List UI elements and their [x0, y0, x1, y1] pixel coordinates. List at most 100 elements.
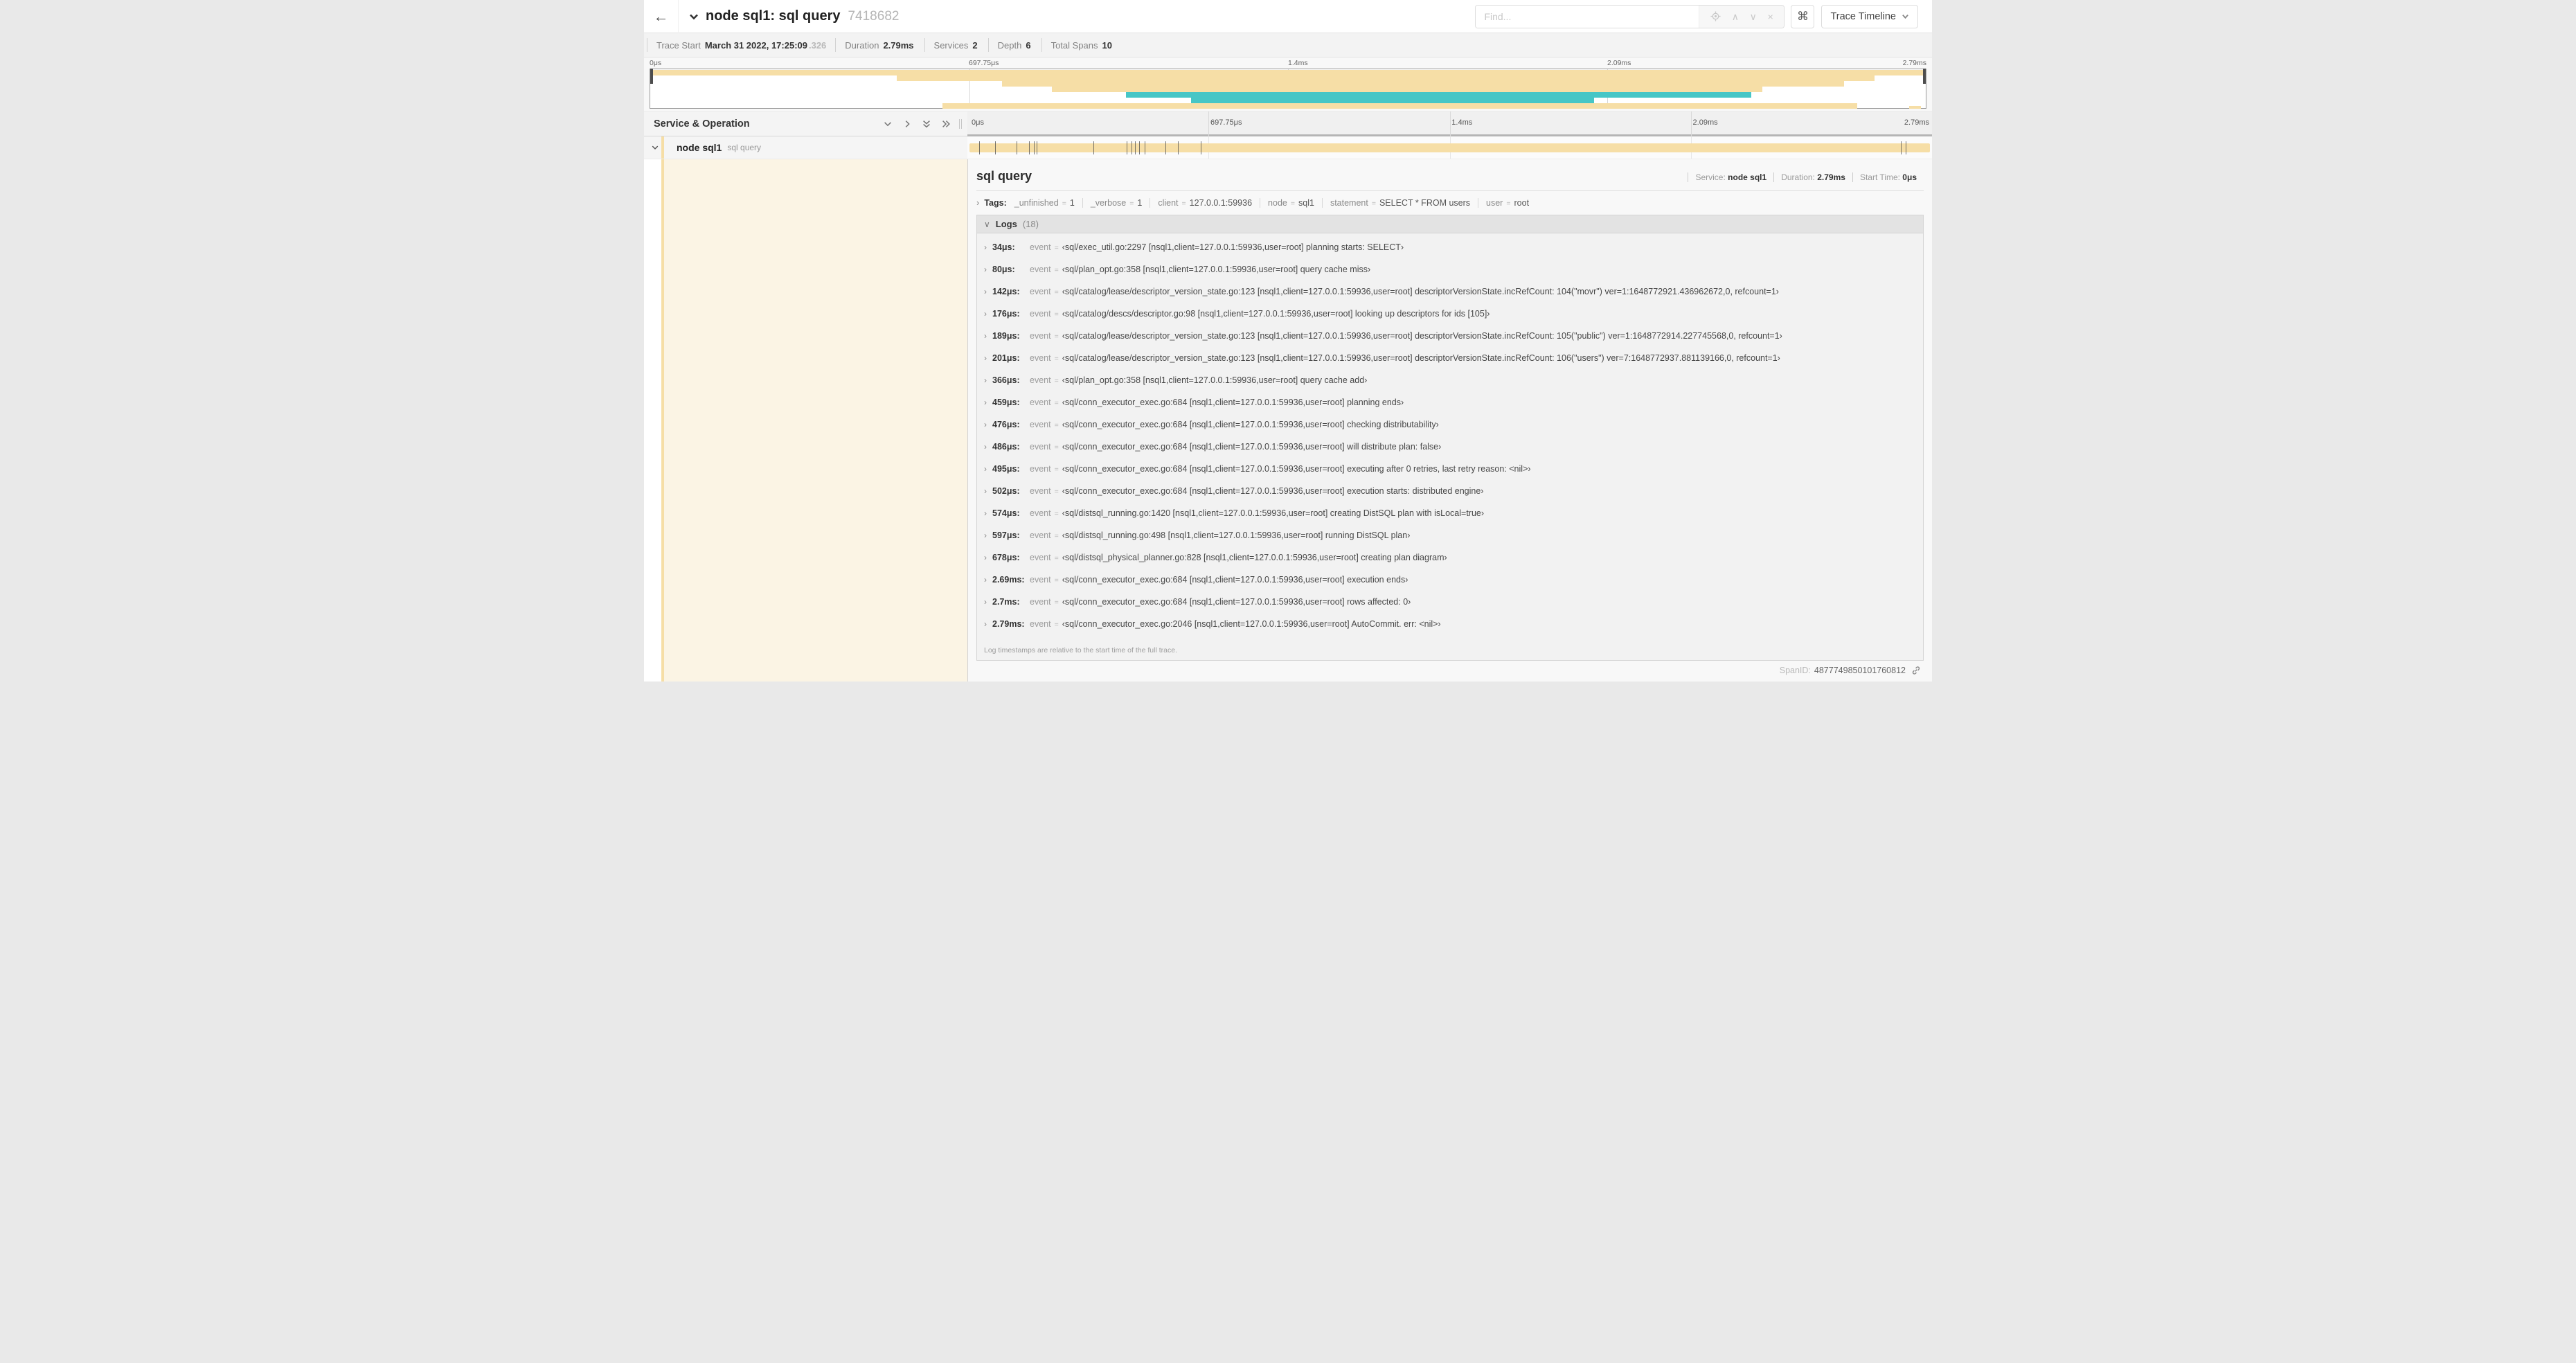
logs-collapse-chevron-icon[interactable]: ∨	[984, 220, 990, 229]
expand-all-icon[interactable]	[941, 119, 951, 129]
expand-one-icon[interactable]	[902, 119, 912, 129]
span-row-label[interactable]: node sql1 sql query	[644, 136, 967, 159]
log-row[interactable]: › 2.69ms: event = ‹sql/conn_executor_exe…	[983, 569, 1923, 591]
tag-item: _unfinished = 1	[1010, 198, 1082, 208]
log-expand-chevron-icon[interactable]: ›	[984, 309, 987, 319]
log-expand-chevron-icon[interactable]: ›	[984, 575, 987, 585]
span-detail-meta: Service: node sql1 Duration: 2.79ms Start …	[1688, 172, 1924, 182]
keyboard-shortcuts-button[interactable]: ⌘	[1791, 4, 1815, 28]
log-expand-chevron-icon[interactable]: ›	[984, 597, 987, 607]
collapse-one-icon[interactable]	[883, 119, 893, 129]
log-row[interactable]: › 142μs: event = ‹sql/catalog/lease/desc…	[983, 280, 1923, 303]
log-row[interactable]: › 201μs: event = ‹sql/catalog/lease/desc…	[983, 347, 1923, 369]
log-row[interactable]: › 2.79ms: event = ‹sql/conn_executor_exe…	[983, 613, 1923, 635]
span-duration-bar[interactable]	[969, 143, 1931, 152]
trace-title-group[interactable]: node sql1: sql query 7418682	[688, 8, 899, 24]
span-id-row: SpanID: 4877749850101760812	[976, 661, 1924, 682]
logs-header[interactable]: ∨ Logs (18)	[977, 215, 1923, 233]
log-row[interactable]: › 597μs: event = ‹sql/distsql_running.go…	[983, 524, 1923, 546]
log-row[interactable]: › 486μs: event = ‹sql/conn_executor_exec…	[983, 436, 1923, 458]
span-row-timeline[interactable]	[967, 136, 1932, 159]
find-clear-icon[interactable]: ×	[1768, 12, 1773, 21]
service-color-strip	[661, 136, 664, 159]
equals-sign: =	[1181, 199, 1186, 208]
tag-item: _verbose = 1	[1082, 197, 1150, 208]
equals-sign: =	[1506, 199, 1511, 208]
log-row[interactable]: › 80μs: event = ‹sql/plan_opt.go:358 [ns…	[983, 258, 1923, 280]
tags-row[interactable]: › Tags: _unfinished = 1 _verbose = 1 cli…	[976, 197, 1924, 208]
log-expand-chevron-icon[interactable]: ›	[984, 265, 987, 274]
log-row[interactable]: › 495μs: event = ‹sql/conn_executor_exec…	[983, 458, 1923, 480]
log-field-name: event	[1030, 287, 1051, 296]
log-row[interactable]: › 678μs: event = ‹sql/distsql_physical_p…	[983, 546, 1923, 569]
find-next-icon[interactable]: ∨	[1750, 12, 1757, 21]
deep-link-icon[interactable]	[1911, 666, 1921, 675]
log-field-name: event	[1030, 331, 1051, 341]
log-row[interactable]: › 2.7ms: event = ‹sql/conn_executor_exec…	[983, 591, 1923, 613]
tag-key: client	[1158, 197, 1179, 208]
log-timestamp: 2.69ms:	[992, 575, 1025, 585]
log-expand-chevron-icon[interactable]: ›	[984, 508, 987, 518]
log-expand-chevron-icon[interactable]: ›	[984, 553, 987, 562]
viewport-scrubber-left[interactable]	[650, 69, 653, 84]
equals-sign: =	[1054, 266, 1059, 274]
view-selector-dropdown[interactable]: Trace Timeline	[1821, 4, 1918, 28]
log-expand-chevron-icon[interactable]: ›	[984, 420, 987, 429]
find-controls: ∧ ∨ ×	[1699, 5, 1785, 28]
viewport-scrubber-right[interactable]	[1923, 69, 1926, 84]
log-expand-chevron-icon[interactable]: ›	[984, 242, 987, 252]
log-expand-chevron-icon[interactable]: ›	[984, 464, 987, 474]
service-operation-header: Service & Operation	[644, 112, 967, 136]
collapse-all-icon[interactable]	[922, 119, 931, 129]
summary-value: 2.79ms	[883, 39, 914, 51]
log-row[interactable]: › 366μs: event = ‹sql/plan_opt.go:358 [n…	[983, 369, 1923, 391]
log-field-name: event	[1030, 553, 1051, 562]
meta-value: node sql1	[1728, 172, 1767, 182]
log-event-value: ‹sql/distsql_running.go:498 [nsql1,clien…	[1062, 531, 1411, 540]
span-row[interactable]: node sql1 sql query	[644, 136, 1932, 159]
detail-row-highlight	[664, 159, 967, 682]
tag-key: node	[1268, 197, 1287, 208]
log-expand-chevron-icon[interactable]: ›	[984, 398, 987, 407]
log-row[interactable]: › 502μs: event = ‹sql/conn_executor_exec…	[983, 480, 1923, 502]
log-row[interactable]: › 189μs: event = ‹sql/catalog/lease/desc…	[983, 325, 1923, 347]
log-row[interactable]: › 176μs: event = ‹sql/catalog/descs/desc…	[983, 303, 1923, 325]
trace-summary-item: Depth 6	[987, 38, 1041, 52]
log-field-name: event	[1030, 464, 1051, 474]
find-prev-icon[interactable]: ∧	[1732, 12, 1739, 21]
logs-title: Logs	[995, 219, 1017, 229]
log-expand-chevron-icon[interactable]: ›	[984, 442, 987, 452]
tag-key: _unfinished	[1014, 197, 1059, 208]
log-row[interactable]: › 574μs: event = ‹sql/distsql_running.go…	[983, 502, 1923, 524]
span-detail-title: sql query	[976, 169, 1032, 183]
find-input[interactable]	[1476, 5, 1699, 28]
trace-minimap: 0μs 697.75μs 1.4ms 2.09ms 2.79ms	[644, 57, 1932, 112]
service-operation-title: Service & Operation	[654, 118, 750, 130]
minimap-canvas[interactable]	[650, 69, 1926, 109]
log-field-name: event	[1030, 242, 1051, 252]
timeline-ticks-header: 0μs 697.75μs 1.4ms 2.09ms 2.79ms	[967, 112, 1932, 136]
log-expand-chevron-icon[interactable]: ›	[984, 619, 987, 629]
log-expand-chevron-icon[interactable]: ›	[984, 287, 987, 296]
log-expand-chevron-icon[interactable]: ›	[984, 375, 987, 385]
log-expand-chevron-icon[interactable]: ›	[984, 353, 987, 363]
log-row[interactable]: › 34μs: event = ‹sql/exec_util.go:2297 […	[983, 236, 1923, 258]
log-marker	[995, 141, 996, 154]
log-row[interactable]: › 459μs: event = ‹sql/conn_executor_exec…	[983, 391, 1923, 413]
log-row[interactable]: › 476μs: event = ‹sql/conn_executor_exec…	[983, 413, 1923, 436]
log-marker	[1165, 141, 1166, 154]
minimap-span-bar	[896, 75, 1875, 81]
column-resize-handle[interactable]	[958, 112, 963, 136]
log-expand-chevron-icon[interactable]: ›	[984, 331, 987, 341]
log-event-value: ‹sql/catalog/lease/descriptor_version_st…	[1062, 287, 1779, 296]
span-operation-name: sql query	[727, 143, 762, 152]
equals-sign: =	[1054, 377, 1059, 385]
tags-expand-chevron-icon[interactable]: ›	[976, 197, 979, 208]
log-timestamp: 476μs:	[992, 420, 1020, 429]
log-expand-chevron-icon[interactable]: ›	[984, 486, 987, 496]
span-collapse-chevron-icon[interactable]	[651, 143, 659, 152]
locate-icon[interactable]	[1710, 11, 1721, 21]
collapse-trace-chevron-icon[interactable]	[688, 11, 699, 22]
log-expand-chevron-icon[interactable]: ›	[984, 531, 987, 540]
back-button[interactable]: ←	[644, 0, 679, 33]
